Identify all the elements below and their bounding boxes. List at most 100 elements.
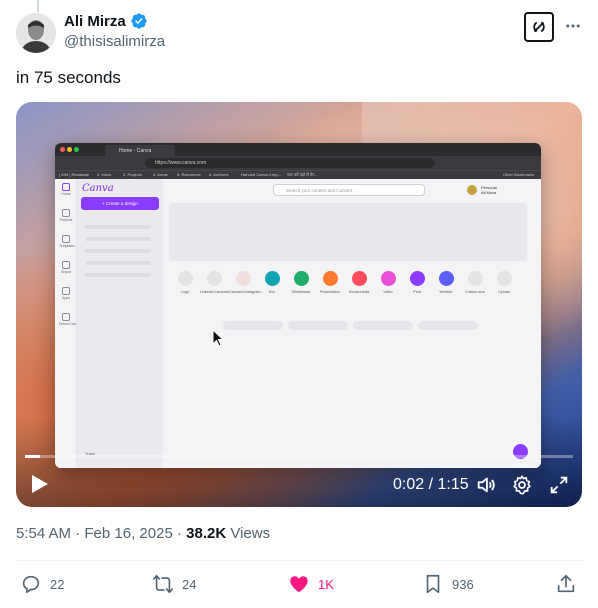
grok-icon [533,21,545,33]
bookmark: Other Bookmarks [503,172,535,177]
canva-shortcut-label: Carousel Instagram... [229,290,264,294]
canva-hero-banner [169,203,527,261]
canva-sidebar-item: Projects [59,209,73,229]
canva-shortcut-icon [409,271,425,286]
settings-gear-icon[interactable] [511,474,533,496]
more-icon [566,24,580,28]
canva-shortcut-icon [235,271,251,286]
browser-url: https://www.canva.com [145,158,435,168]
more-options-button[interactable] [562,15,584,37]
canva-shortcut: Social media [345,271,373,295]
mouse-cursor-icon [212,329,224,347]
canva-shortcut: Upload [490,271,518,295]
bookmark: | WM | Readwise [59,172,90,177]
canva-shortcut-icon [467,271,483,286]
views-count: 38.2K [186,525,227,542]
bookmark-button[interactable]: 936 [422,572,474,596]
canva-sidebar-item: Home [59,183,73,203]
browser-tab: Home - Canva [105,145,175,156]
tweet-date[interactable]: Feb 16, 2025 [84,525,172,542]
heart-icon [290,576,308,593]
canva-shortcut: Website [432,271,460,295]
tweet: Ali Mirza @thisisalimirza in 75 seconds … [0,0,598,608]
views-label: Views [230,525,271,542]
canva-shortcut-label: Website [439,290,453,294]
canva-shortcut-icon [293,271,309,286]
bookmark: 6. Archives [209,172,229,177]
meta-separator: · [75,525,81,542]
canva-shortcut-label: Print [413,290,421,294]
play-icon[interactable] [30,473,50,495]
canva-shortcut-label: Whiteboard [291,290,311,294]
video-progress-fill [25,455,40,458]
skeleton-pill [223,321,283,330]
author-name-row: Ali Mirza [64,12,148,30]
volume-icon[interactable] [475,474,497,496]
author-display-name[interactable]: Ali Mirza [64,13,126,30]
canva-create-design-button: + Create a design [81,197,159,210]
video-player[interactable]: Home - Canva https://www.canva.com | WM … [16,102,582,507]
skeleton-pill [288,321,348,330]
reply-count: 22 [50,576,65,592]
reply-button[interactable]: 22 [20,572,64,596]
canva-shortcut-label: Social media [348,290,370,294]
canva-shortcut: Doc [258,271,286,295]
canva-shortcut: LinkedIn Carousel [200,271,229,295]
author-handle[interactable]: @thisisalimirza [64,33,165,50]
browser-bookmarks-bar: | WM | Readwise 2. Inbox 3. Projects 4. … [55,170,541,179]
canva-shortcut: Presentation [316,271,344,295]
canva-shortcut-icon [380,271,396,286]
canva-shortcut-icon [177,271,193,286]
skeleton-line [85,249,151,253]
skeleton-pill [418,321,478,330]
avatar[interactable] [16,13,56,53]
thread-line [37,0,39,12]
bookmark: पता करें यहाँ से ऐप... [287,172,318,177]
canva-shortcut-icon [206,271,222,286]
screen-recording-browser: Home - Canva https://www.canva.com | WM … [55,143,541,468]
like-button[interactable]: 1K [288,572,334,596]
canva-shortcut: Print [403,271,431,295]
canva-shortcut-label: Doc [268,290,276,294]
canva-profile-sub: Ali Mirza [481,190,497,195]
canva-shortcut-icon [438,271,454,286]
canva-shortcut-label: Logo [181,290,189,294]
tweet-meta: 5:54 AM · Feb 16, 2025 · 38.2K Views [16,525,270,542]
bookmark: Harvard Canva Crep... [241,172,282,177]
canva-profile-avatar [467,185,477,195]
close-dot [60,147,65,152]
minimize-dot [67,147,72,152]
repost-button[interactable]: 24 [152,572,196,596]
bookmark-icon [426,574,440,594]
canva-search-input: Search your content and Canva's [273,184,425,196]
canva-shortcut-label: Presentation [319,290,341,294]
canva-shortcut: Custom size [461,271,489,295]
divider [16,560,582,561]
like-count: 1K [318,576,334,592]
canva-shortcut: Whiteboard [287,271,315,295]
canva-shortcut-label: LinkedIn Carousel [200,290,229,294]
skeleton-line [85,261,151,265]
canva-shortcut-label: Custom size [465,290,485,294]
video-progress-bar[interactable] [25,455,573,458]
share-button[interactable] [555,572,577,596]
grok-button[interactable] [524,12,554,42]
reply-icon [22,575,40,594]
bookmark: 4. Areas [153,172,168,177]
repost-icon [153,574,173,594]
canva-sidebar: Home Projects Templates Brand Apps Dream… [55,179,77,468]
canva-main: Search your content and Canva's Personal… [163,179,541,468]
bookmark: 2. Inbox [97,172,112,177]
tweet-time[interactable]: 5:54 AM [16,525,71,542]
canva-logo: Canva [82,183,114,194]
canva-shortcut-icon [351,271,367,286]
canva-shortcut: Logo [171,271,199,295]
verified-badge-icon [131,13,147,29]
canva-shortcut: Video [374,271,402,295]
canva-sidebar-item: Dream Lab [59,313,76,333]
canva-shortcut-label: Video [383,290,393,294]
maximize-dot [74,147,79,152]
bookmark: 5. Resources [177,172,201,177]
fullscreen-icon[interactable] [548,474,570,496]
bookmark-count: 936 [452,576,474,592]
